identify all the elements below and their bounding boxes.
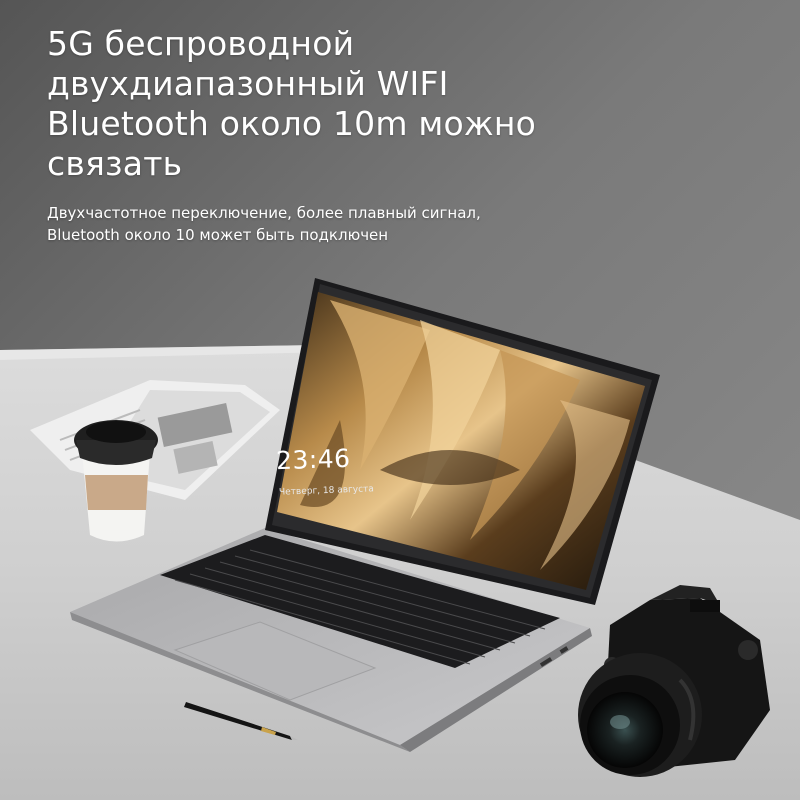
headline-line-2: двухдиапазонный WIFI — [47, 64, 449, 103]
subheadline-line-1: Двухчастотное переключение, более плавны… — [47, 204, 481, 222]
headline-line-1: 5G беспроводной — [47, 24, 355, 63]
headline: 5G беспроводной двухдиапазонный WIFI Blu… — [47, 24, 687, 184]
subheadline: Двухчастотное переключение, более плавны… — [47, 202, 747, 246]
headline-line-4: связать — [47, 144, 183, 183]
headline-line-3: Bluetooth около 10m можно — [47, 104, 536, 143]
subheadline-line-2: Bluetooth около 10 может быть подключен — [47, 226, 389, 244]
laptop-screen-clock: 23:46 — [275, 443, 352, 476]
